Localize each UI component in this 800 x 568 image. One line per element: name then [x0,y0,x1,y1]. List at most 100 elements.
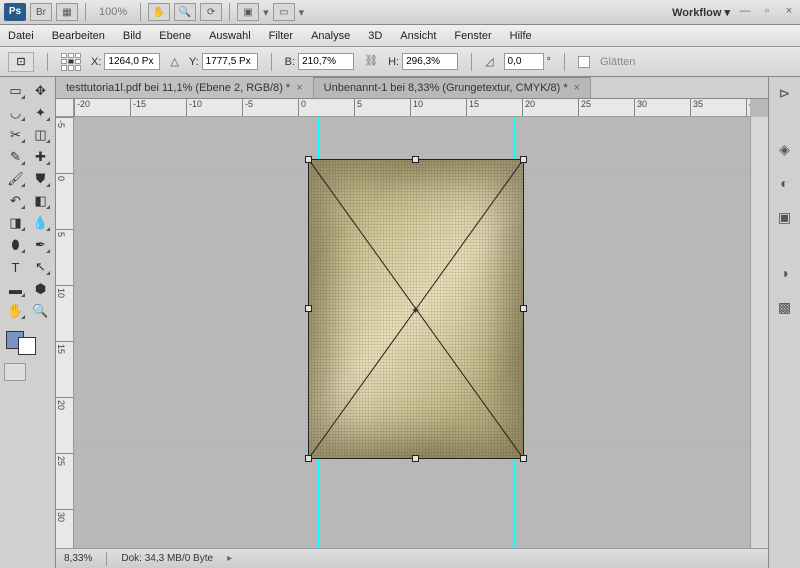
zoom-tool[interactable]: 🔍 [29,301,52,321]
adjust-icon[interactable]: ◑ [775,263,795,283]
x-label: X: [91,56,101,68]
handle-tr[interactable] [520,156,527,163]
reference-point-grid[interactable] [61,53,81,71]
transform-center-icon[interactable]: ✦ [411,304,421,314]
move-tool[interactable]: ✥ [29,81,52,101]
options-bar: ⊡ X: △ Y: B: ⛓ H: ◿ ° Glätten [0,47,800,77]
rotate-button[interactable]: ⟳ [200,3,222,21]
transform-box[interactable]: ✦ [308,159,524,459]
screen-mode-button[interactable]: ▣ [237,3,259,21]
menu-datei[interactable]: Datei [8,30,34,42]
dodge-tool[interactable]: ⬮ [4,235,27,255]
channels-icon[interactable]: ◐ [775,173,795,193]
tab-0[interactable]: testtutoria1l.pdf bei 11,1% (Ebene 2, RG… [56,77,314,98]
arrange-button[interactable]: ▭ [273,3,295,21]
color-swatches[interactable] [4,329,52,357]
paths-icon[interactable]: ▣ [775,207,795,227]
menu-fenster[interactable]: Fenster [454,30,491,42]
toolbox: ▭ ✥ ◡ ✦ ✂ ◫ ✎ ✚ 🖌 ⛊ ↶ ◧ ◨ 💧 ⬮ ✒ T ↖ ▬ ⬢ … [0,77,56,568]
hand-tool[interactable]: ✋ [4,301,27,321]
gradient-tool[interactable]: ◨ [4,213,27,233]
heal-tool[interactable]: ✚ [29,147,52,167]
hand-button[interactable]: ✋ [148,3,170,21]
menu-ansicht[interactable]: Ansicht [400,30,436,42]
h-input[interactable] [402,53,458,70]
menu-filter[interactable]: Filter [269,30,293,42]
w-input[interactable] [298,53,354,70]
3d-tool[interactable]: ⬢ [29,279,52,299]
marquee-tool[interactable]: ▭ [4,81,27,101]
link-icon[interactable]: ⛓ [364,54,378,70]
close-button[interactable]: × [782,5,796,19]
delta-icon[interactable]: △ [170,55,178,68]
zoom-button[interactable]: 🔍 [174,3,196,21]
document-tabs: testtutoria1l.pdf bei 11,1% (Ebene 2, RG… [56,77,768,99]
canvas[interactable]: ✦ [74,117,750,550]
status-zoom[interactable]: 8,33% [64,553,92,564]
tab-close-icon[interactable]: × [296,82,302,94]
minimize-button[interactable]: — [738,5,752,19]
bridge-button[interactable]: Br [30,3,52,21]
canvas-area: -20-15-10-50510152025303540 -50510152025… [56,99,768,568]
glatten-checkbox[interactable] [578,56,590,68]
menu-auswahl[interactable]: Auswahl [209,30,251,42]
ruler-horizontal[interactable]: -20-15-10-50510152025303540 [74,99,750,117]
handle-tl[interactable] [305,156,312,163]
film-button[interactable]: ▦ [56,3,78,21]
type-tool[interactable]: T [4,257,27,277]
ruler-corner[interactable] [56,99,74,117]
restore-button[interactable]: ▫ [760,5,774,19]
y-label: Y: [189,56,199,68]
tab-1[interactable]: Unbenannt-1 bei 8,33% (Grungetextur, CMY… [314,77,591,98]
crop-tool[interactable]: ✂ [4,125,27,145]
menu-bild[interactable]: Bild [123,30,141,42]
path-tool[interactable]: ↖ [29,257,52,277]
menu-3d[interactable]: 3D [368,30,382,42]
layers-icon[interactable]: ◈ [775,139,795,159]
handle-l[interactable] [305,305,312,312]
h-label: H: [388,56,399,68]
zoom-dropdown[interactable]: 100% [93,6,133,18]
w-label: B: [285,56,295,68]
handle-br[interactable] [520,455,527,462]
pen-tool[interactable]: ✒ [29,235,52,255]
transform-tool-icon[interactable]: ⊡ [8,52,34,72]
scrollbar-v[interactable] [750,117,768,550]
workspace-dropdown[interactable]: Workflow ▾ [672,6,730,19]
camera-icon[interactable]: ▩ [775,297,795,317]
lasso-tool[interactable]: ◡ [4,103,27,123]
quickmask-button[interactable] [4,363,26,381]
menu-bearbeiten[interactable]: Bearbeiten [52,30,105,42]
menu-hilfe[interactable]: Hilfe [510,30,532,42]
eyedropper-tool[interactable]: ✎ [4,147,27,167]
glatten-label: Glätten [600,56,635,68]
slice-tool[interactable]: ◫ [29,125,52,145]
shape-tool[interactable]: ▬ [4,279,27,299]
menu-ebene[interactable]: Ebene [159,30,191,42]
stamp-tool[interactable]: ⛊ [29,169,52,189]
angle-unit: ° [547,56,551,68]
status-bar: 8,33% Dok: 34,3 MB/0 Byte ▸ [56,548,768,568]
right-panels: ⊳ ◈ ◐ ▣ ◑ ▩ [768,77,800,568]
title-bar: Ps Br ▦ 100% ✋ 🔍 ⟳ ▣ ▾ ▭ ▾ Workflow ▾ — … [0,0,800,25]
y-input[interactable] [202,53,258,70]
handle-t[interactable] [412,156,419,163]
angle-icon: ◿ [485,55,493,68]
eraser-tool[interactable]: ◧ [29,191,52,211]
handle-bl[interactable] [305,455,312,462]
app-logo: Ps [4,3,26,21]
tab-close-icon[interactable]: × [574,82,580,94]
handle-r[interactable] [520,305,527,312]
x-input[interactable] [104,53,160,70]
menu-analyse[interactable]: Analyse [311,30,350,42]
angle-input[interactable] [504,53,544,70]
brush-tool[interactable]: 🖌 [4,169,27,189]
wand-tool[interactable]: ✦ [29,103,52,123]
handle-b[interactable] [412,455,419,462]
blur-tool[interactable]: 💧 [29,213,52,233]
expand-icon[interactable]: ⊳ [775,83,795,103]
ruler-vertical[interactable]: -5051015202530 [56,117,74,550]
menu-bar: Datei Bearbeiten Bild Ebene Auswahl Filt… [0,25,800,47]
history-brush-tool[interactable]: ↶ [4,191,27,211]
status-doc[interactable]: Dok: 34,3 MB/0 Byte [121,553,213,564]
